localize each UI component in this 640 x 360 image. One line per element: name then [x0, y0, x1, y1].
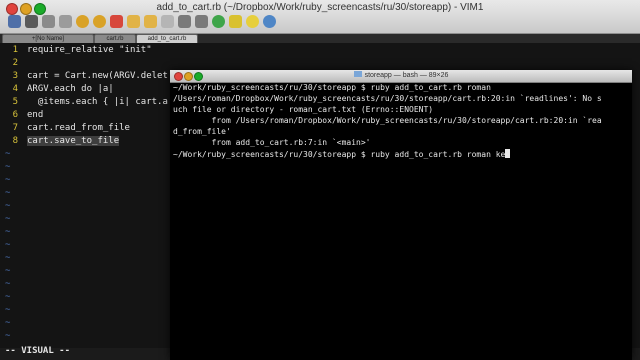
make-icon[interactable] — [229, 15, 242, 28]
radiation-icon[interactable] — [246, 15, 259, 28]
terminal-input[interactable]: ~/Work/ruby_screencasts/ru/30/storeapp $… — [173, 150, 505, 159]
terminal-line: ~/Work/ruby_screencasts/ru/30/storeapp $… — [173, 83, 491, 92]
undo-icon[interactable] — [76, 15, 89, 28]
line-number: 2 — [12, 58, 18, 68]
empty-line-marker: ~ — [5, 292, 11, 302]
paste-icon[interactable] — [144, 15, 157, 28]
tab-bar: +[No Name] cart.rb add_to_cart.rb — [0, 34, 640, 44]
empty-line-marker: ~ — [5, 240, 11, 250]
vim-titlebar: add_to_cart.rb (~/Dropbox/Work/ruby_scre… — [0, 0, 640, 34]
empty-line-marker: ~ — [5, 175, 11, 185]
print-icon[interactable] — [59, 15, 72, 28]
line-number: 6 — [12, 110, 18, 120]
empty-line-marker: ~ — [5, 331, 11, 341]
redo-icon[interactable] — [93, 15, 106, 28]
line-number: 3 — [12, 71, 18, 81]
copy-icon[interactable] — [127, 15, 140, 28]
empty-line-marker: ~ — [5, 214, 11, 224]
find-next-icon[interactable] — [178, 15, 191, 28]
terminal-window[interactable]: storeapp — bash — 89×26 ~/Work/ruby_scre… — [170, 70, 632, 360]
terminal-line: d_from_file' — [173, 127, 231, 136]
terminal-title-text: storeapp — bash — 89×26 — [364, 72, 449, 79]
terminal-prompt-line[interactable]: ~/Work/ruby_screencasts/ru/30/storeapp $… — [173, 149, 511, 159]
line-number: 4 — [12, 84, 18, 94]
code-line-selected[interactable]: cart.save_to_file — [27, 136, 120, 146]
code-line[interactable]: require_relative "init" — [27, 45, 152, 55]
line-number: 1 — [12, 45, 18, 55]
empty-line-marker: ~ — [5, 305, 11, 315]
folder-icon — [353, 71, 362, 77]
code-line[interactable]: cart.read_from_file — [27, 123, 130, 133]
cut-icon[interactable] — [110, 15, 123, 28]
empty-line-marker: ~ — [5, 227, 11, 237]
line-number: 8 — [12, 136, 18, 146]
mode-indicator: -- VISUAL -- — [5, 346, 71, 356]
code-line[interactable]: end — [27, 110, 43, 120]
empty-line-marker: ~ — [5, 266, 11, 276]
code-line[interactable]: @items.each { |i| cart.a — [27, 97, 168, 107]
terminal-titlebar: storeapp — bash — 89×26 — [170, 70, 632, 83]
find-replace-icon[interactable] — [161, 15, 174, 28]
line-number: 5 — [12, 97, 18, 107]
code-line[interactable]: ARGV.each do |a| — [27, 84, 114, 94]
run-icon[interactable] — [212, 15, 225, 28]
terminal-line: from /Users/roman/Dropbox/Work/ruby_scre… — [173, 116, 602, 125]
empty-line-marker: ~ — [5, 188, 11, 198]
empty-line-marker: ~ — [5, 253, 11, 263]
save-icon[interactable] — [25, 15, 38, 28]
find-prev-icon[interactable] — [195, 15, 208, 28]
window-title: add_to_cart.rb (~/Dropbox/Work/ruby_scre… — [156, 2, 484, 13]
empty-line-marker: ~ — [5, 201, 11, 211]
empty-line-marker: ~ — [5, 279, 11, 289]
help-icon[interactable] — [263, 15, 276, 28]
terminal-line: from add_to_cart.rb:7:in `<main>' — [173, 138, 371, 147]
code-line[interactable]: cart = Cart.new(ARGV.delet — [27, 71, 168, 81]
open-file-icon[interactable] — [8, 15, 21, 28]
save-all-icon[interactable] — [42, 15, 55, 28]
terminal-line: uch file or directory - roman_cart.txt (… — [173, 105, 434, 114]
empty-line-marker: ~ — [5, 162, 11, 172]
empty-line-marker: ~ — [5, 318, 11, 328]
terminal-line: /Users/roman/Dropbox/Work/ruby_screencas… — [173, 94, 602, 103]
empty-line-marker: ~ — [5, 149, 11, 159]
terminal-title: storeapp — bash — 89×26 — [170, 71, 632, 79]
line-number: 7 — [12, 123, 18, 133]
text-cursor — [505, 149, 511, 158]
